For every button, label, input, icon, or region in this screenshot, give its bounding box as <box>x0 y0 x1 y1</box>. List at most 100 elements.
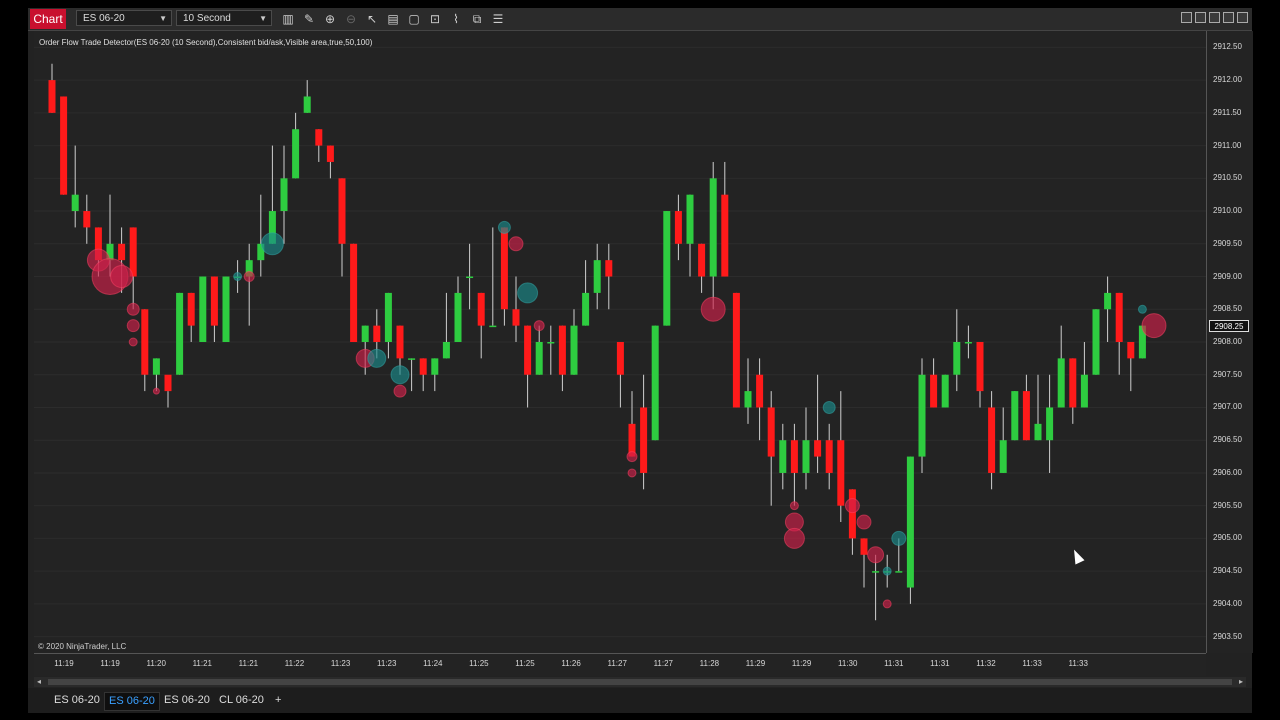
time-label: 11:33 <box>1068 659 1088 668</box>
maximize-icon[interactable] <box>1223 12 1234 23</box>
sell-volume-bubble <box>243 271 255 283</box>
chart-plot-area[interactable]: Order Flow Trade Detector(ES 06-20 (10 S… <box>34 31 1206 653</box>
time-label: 11:31 <box>930 659 950 668</box>
time-label: 11:24 <box>423 659 443 668</box>
scroll-right-icon[interactable]: ▸ <box>1236 677 1246 687</box>
time-label: 11:21 <box>192 659 213 668</box>
zoom-out-icon[interactable]: ⊖ <box>343 11 359 27</box>
sell-volume-bubble <box>856 514 872 530</box>
candle-down <box>338 178 346 244</box>
time-axis[interactable]: 11:19 11:19 11:20 11:21 11:21 11:22 11:23 11:23… <box>34 653 1206 676</box>
candle-down <box>860 538 868 555</box>
candle-up <box>222 276 230 342</box>
zoom-in-icon[interactable]: ⊕ <box>322 11 338 27</box>
price-label: 2907.50 <box>1213 369 1242 379</box>
sell-volume-bubble <box>867 546 885 564</box>
bars-icon[interactable]: ▥ <box>280 11 296 27</box>
strategies-icon[interactable]: ⌇ <box>448 11 464 27</box>
data-box-icon[interactable]: ▢ <box>406 11 422 27</box>
add-tab-button[interactable]: + <box>271 692 285 709</box>
close-icon[interactable] <box>1237 12 1248 23</box>
tab-cl[interactable]: CL 06-20 <box>215 692 268 709</box>
price-label: 2904.50 <box>1213 566 1242 576</box>
time-label: 11:31 <box>884 659 904 668</box>
interval-selector[interactable]: 10 Second ▼ <box>176 10 272 26</box>
candle-up <box>1046 407 1054 441</box>
tile-icon[interactable] <box>1181 12 1192 23</box>
candle-up <box>431 358 439 375</box>
time-label: 11:27 <box>653 659 674 668</box>
candle-down <box>500 227 508 310</box>
candle-down <box>1115 292 1123 342</box>
time-label: 11:32 <box>976 659 996 668</box>
candle-down <box>48 80 56 113</box>
time-label: 11:22 <box>284 659 305 668</box>
time-label: 11:26 <box>561 659 581 668</box>
candle-down <box>326 145 334 162</box>
price-label: 2908.00 <box>1213 337 1242 346</box>
candle-down <box>825 440 833 473</box>
tab-es-3[interactable]: ES 06-20 <box>160 692 214 709</box>
scroll-thumb[interactable] <box>48 679 1232 685</box>
chart-title-label[interactable]: Chart <box>30 9 66 29</box>
candle-down <box>558 325 566 375</box>
price-axis[interactable]: 2912.50 2912.00 2911.50 2911.00 2910.50 2910.… <box>1206 31 1253 653</box>
price-label: 2910.00 <box>1213 206 1242 216</box>
time-label: 11:28 <box>699 659 720 668</box>
draw-icon[interactable]: ✎ <box>301 11 317 27</box>
candle-up <box>292 129 300 179</box>
candle-up <box>547 342 555 344</box>
time-label: 11:23 <box>330 659 351 668</box>
price-label: 2910.50 <box>1213 173 1242 183</box>
time-label: 11:21 <box>238 659 259 668</box>
candle-down <box>129 227 137 277</box>
candle-up <box>964 342 972 344</box>
candle-up <box>408 358 416 360</box>
horizontal-scrollbar[interactable]: ◂ ▸ <box>34 677 1246 687</box>
candle-up <box>953 342 961 375</box>
minimize-icon[interactable] <box>1209 12 1220 23</box>
sell-volume-bubble <box>393 384 407 398</box>
snapshot-icon[interactable]: ⊡ <box>427 11 443 27</box>
restore-all-icon[interactable] <box>1195 12 1206 23</box>
candle-up <box>570 325 578 375</box>
indicators-icon[interactable]: ⧉ <box>469 11 485 27</box>
candle-down <box>756 374 764 408</box>
candle-down <box>616 342 624 375</box>
candle-down <box>118 243 126 261</box>
candle-down <box>988 407 996 473</box>
sell-volume-bubble <box>783 527 805 549</box>
properties-icon[interactable]: ▤ <box>385 11 401 27</box>
buy-volume-bubble <box>390 365 410 385</box>
sell-volume-bubble <box>700 296 726 322</box>
candle-up <box>709 178 717 277</box>
candle-down <box>477 292 485 326</box>
price-label: 2909.00 <box>1213 271 1242 281</box>
candle-down <box>373 325 381 342</box>
candle-down <box>790 440 798 473</box>
time-label: 11:19 <box>54 659 74 668</box>
candle-down <box>837 440 845 506</box>
instrument-selector[interactable]: ES 06-20 ▼ <box>76 10 172 26</box>
price-label: 2904.00 <box>1213 598 1242 608</box>
candle-up <box>1057 358 1065 408</box>
tab-es-1[interactable]: ES 06-20 <box>50 692 104 709</box>
candle-down <box>164 374 172 392</box>
candle-down <box>848 489 856 539</box>
tab-es-2[interactable]: ES 06-20 <box>104 692 160 711</box>
candle-up <box>280 178 288 212</box>
candle-down <box>814 440 822 457</box>
candle-up <box>779 440 787 473</box>
pointer-icon[interactable]: ↖ <box>364 11 380 27</box>
candle-down <box>396 325 404 359</box>
candle-down <box>930 374 938 408</box>
buy-volume-bubble <box>233 272 243 282</box>
sell-volume-bubble <box>110 265 134 289</box>
candle-down <box>732 292 740 408</box>
candle-down <box>640 407 648 473</box>
list-icon[interactable]: ☰ <box>490 11 506 27</box>
sell-volume-bubble <box>627 468 637 478</box>
scroll-left-icon[interactable]: ◂ <box>34 677 44 687</box>
sell-volume-bubble <box>152 387 160 395</box>
price-label: 2909.50 <box>1213 238 1242 248</box>
